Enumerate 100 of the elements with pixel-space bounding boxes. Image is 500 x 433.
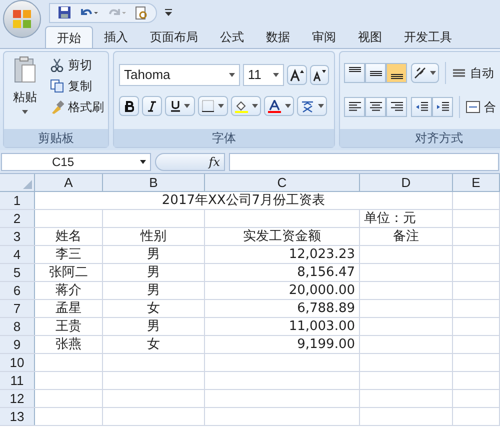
row-header[interactable]: 2 bbox=[0, 210, 35, 227]
save-icon[interactable] bbox=[58, 6, 71, 19]
indent-button[interactable] bbox=[432, 97, 453, 117]
align-lines-icon bbox=[370, 70, 382, 76]
scissors-icon bbox=[50, 58, 64, 72]
align-lines-icon bbox=[390, 74, 402, 79]
formula-field[interactable] bbox=[229, 152, 499, 170]
table-cell: 张阿二 bbox=[35, 264, 103, 281]
grow-font-button[interactable] bbox=[287, 65, 306, 85]
table-cell: 姓名 bbox=[35, 228, 103, 245]
italic-button[interactable] bbox=[142, 96, 162, 116]
clipboard-action[interactable]: 复制 bbox=[50, 77, 104, 95]
column-header[interactable]: B bbox=[103, 174, 205, 191]
caret-icon bbox=[218, 104, 224, 108]
underline-button[interactable] bbox=[165, 96, 195, 116]
row-header[interactable]: 7 bbox=[0, 300, 35, 317]
ribbon-tab[interactable]: 开发工具 bbox=[393, 26, 463, 48]
column-header[interactable]: D bbox=[360, 174, 453, 191]
ribbon-tab[interactable]: 页面布局 bbox=[139, 26, 209, 48]
caret-icon bbox=[252, 104, 258, 108]
table-cell: 12,023.23 bbox=[205, 246, 360, 263]
horizontal-align-button[interactable] bbox=[386, 97, 407, 117]
table-cell: 9,199.00 bbox=[205, 336, 360, 353]
table-cell: 20,000.00 bbox=[205, 282, 360, 299]
ribbon-tab[interactable]: 视图 bbox=[347, 26, 393, 48]
italic-icon bbox=[148, 100, 156, 112]
caret-icon bbox=[184, 104, 190, 108]
table-cell: 男 bbox=[103, 282, 205, 299]
row-header[interactable]: 1 bbox=[0, 192, 35, 209]
borders-button[interactable] bbox=[198, 96, 228, 116]
caret-icon bbox=[284, 104, 290, 108]
group-title: 剪贴板 bbox=[38, 130, 74, 147]
clipboard-action[interactable]: 格式刷 bbox=[50, 98, 104, 116]
row-header[interactable]: 5 bbox=[0, 264, 35, 281]
underline-icon bbox=[170, 100, 180, 112]
office-logo-icon bbox=[12, 8, 32, 28]
phonetic-button[interactable] bbox=[297, 96, 327, 116]
paint-bucket-icon bbox=[234, 100, 248, 112]
shrink-font-button[interactable] bbox=[310, 65, 329, 85]
merged-title-cell: 2017年XX公司7月份工资表 bbox=[35, 192, 453, 209]
name-box[interactable]: C15 bbox=[1, 152, 151, 170]
customize-dropdown-icon[interactable] bbox=[165, 8, 172, 16]
ribbon-tab[interactable]: 数据 bbox=[255, 26, 301, 48]
vertical-align-button[interactable] bbox=[386, 63, 407, 83]
angled-text-icon bbox=[414, 67, 426, 79]
dropdown-icon bbox=[273, 73, 279, 77]
clipboard-action[interactable]: 剪切 bbox=[50, 56, 104, 74]
table-cell: 男 bbox=[103, 318, 205, 335]
dropdown-icon bbox=[140, 160, 146, 164]
horizontal-align-button[interactable] bbox=[365, 97, 386, 117]
font-color-button[interactable] bbox=[264, 96, 294, 116]
vertical-align-button[interactable] bbox=[365, 63, 386, 83]
align-right-icon bbox=[390, 102, 402, 112]
indent-button[interactable] bbox=[411, 97, 432, 117]
copy-icon bbox=[50, 79, 64, 93]
vertical-align-button[interactable] bbox=[344, 63, 365, 83]
print-preview-icon[interactable] bbox=[135, 6, 148, 20]
row-header[interactable]: 6 bbox=[0, 282, 35, 299]
row-header[interactable]: 8 bbox=[0, 318, 35, 335]
clipboard-icon bbox=[14, 56, 36, 84]
merge-button[interactable]: 合 bbox=[466, 98, 496, 116]
table-cell: 李三 bbox=[35, 246, 103, 263]
ribbon-tab[interactable]: 公式 bbox=[209, 26, 255, 48]
office-button[interactable] bbox=[3, 0, 41, 38]
table-cell: 张燕 bbox=[35, 336, 103, 353]
orientation-button[interactable] bbox=[411, 63, 439, 83]
brush-icon bbox=[50, 100, 64, 114]
ribbon-tab[interactable]: 插入 bbox=[93, 26, 139, 48]
function-button[interactable]: fx bbox=[155, 152, 225, 170]
table-cell: 11,003.00 bbox=[205, 318, 360, 335]
row-header[interactable]: 10 bbox=[0, 354, 35, 371]
column-header[interactable]: E bbox=[453, 174, 500, 191]
table-cell: 孟星 bbox=[35, 300, 103, 317]
paste-button[interactable]: 粘贴 bbox=[8, 56, 42, 129]
align-left-icon bbox=[348, 102, 360, 112]
row-header[interactable]: 13 bbox=[0, 408, 35, 425]
wrap-text-icon bbox=[452, 69, 466, 77]
caret-icon bbox=[318, 104, 324, 108]
wrap-text-button[interactable]: 自动 bbox=[452, 64, 494, 82]
font-name-field[interactable]: Tahoma bbox=[119, 64, 240, 86]
column-header[interactable]: C bbox=[205, 174, 360, 191]
row-header[interactable]: 12 bbox=[0, 390, 35, 407]
column-header[interactable]: A bbox=[35, 174, 103, 191]
group-title: 字体 bbox=[212, 130, 236, 147]
ribbon-tab[interactable]: 审阅 bbox=[301, 26, 347, 48]
bold-icon bbox=[124, 100, 134, 112]
font-size-field[interactable]: 11 bbox=[242, 64, 284, 86]
shrink-font-icon bbox=[312, 68, 326, 82]
horizontal-align-button[interactable] bbox=[344, 97, 365, 117]
ribbon-tab[interactable]: 开始 bbox=[45, 26, 93, 48]
decrease-indent-icon bbox=[416, 102, 428, 112]
row-header[interactable]: 11 bbox=[0, 372, 35, 389]
dropdown-icon bbox=[228, 73, 235, 77]
row-header[interactable]: 9 bbox=[0, 336, 35, 353]
table-cell: 王贵 bbox=[35, 318, 103, 335]
align-center-icon bbox=[370, 102, 382, 112]
row-header[interactable]: 3 bbox=[0, 228, 35, 245]
fill-color-button[interactable] bbox=[231, 96, 261, 116]
bold-button[interactable] bbox=[119, 96, 139, 116]
row-header[interactable]: 4 bbox=[0, 246, 35, 263]
